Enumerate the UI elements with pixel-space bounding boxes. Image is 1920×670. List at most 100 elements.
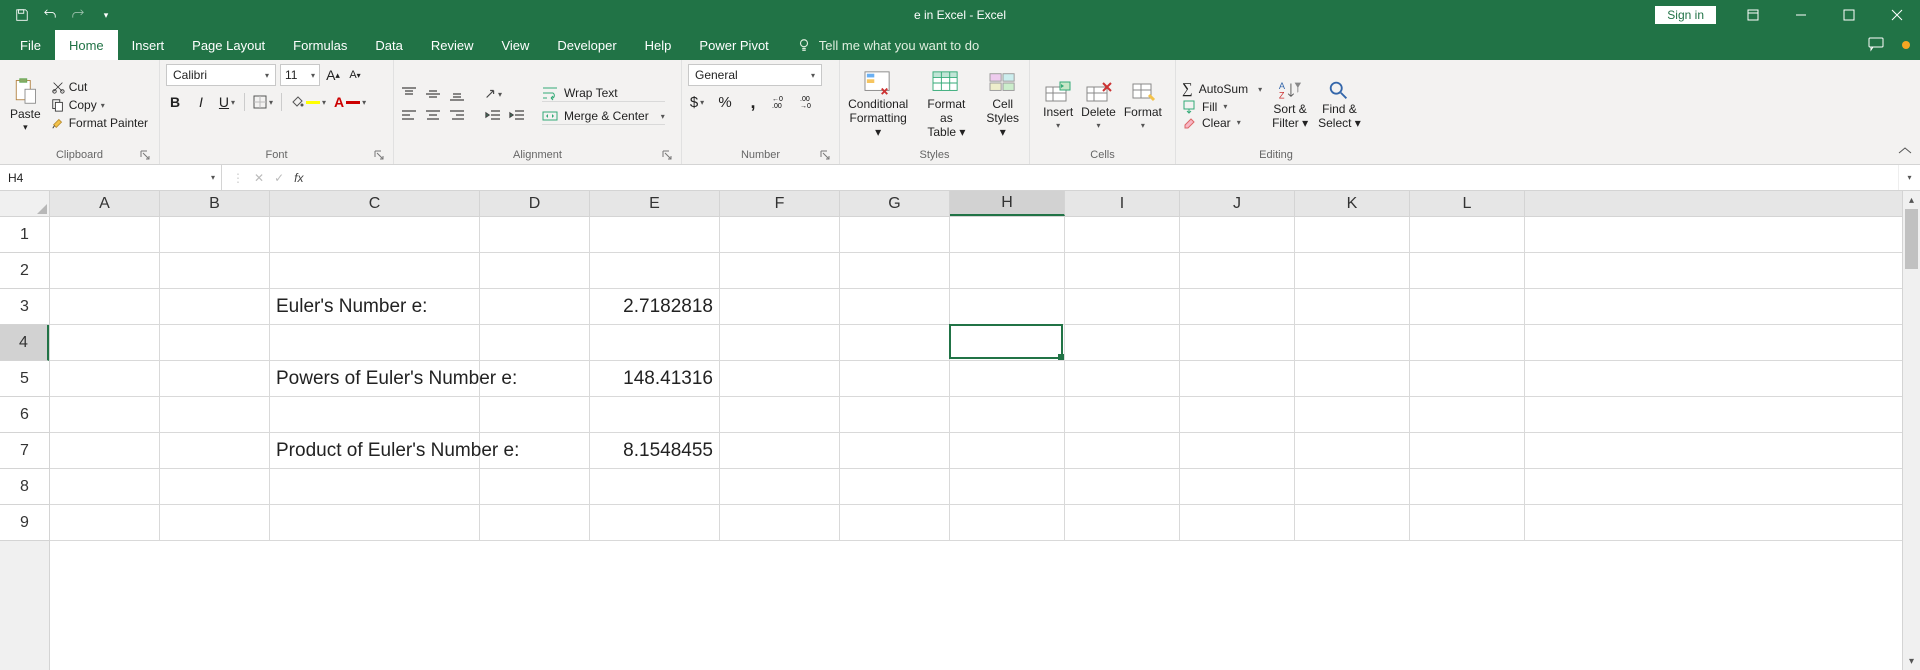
cell-H6[interactable] [950,397,1065,433]
tab-formulas[interactable]: Formulas [279,30,361,60]
tab-file[interactable]: File [6,30,55,60]
cell-I6[interactable] [1065,397,1180,433]
tab-power-pivot[interactable]: Power Pivot [685,30,782,60]
cut-button[interactable]: Cut [51,80,148,94]
clear-button[interactable]: Clear▾ [1182,116,1262,130]
cell-J5[interactable] [1180,361,1295,397]
copy-button[interactable]: Copy▾ [51,98,148,112]
cell-E3[interactable]: 2.7182818 [590,289,720,325]
italic-button[interactable]: I [192,92,210,112]
cell-F8[interactable] [720,469,840,505]
cell-G6[interactable] [840,397,950,433]
cell-I1[interactable] [1065,217,1180,253]
column-header-J[interactable]: J [1180,191,1295,216]
cell-D9[interactable] [480,505,590,541]
cell-B4[interactable] [160,325,270,361]
row-header-1[interactable]: 1 [0,217,49,253]
fill-button[interactable]: Fill▾ [1182,100,1262,114]
increase-font-icon[interactable]: A▴ [324,66,342,84]
cell-J7[interactable] [1180,433,1295,469]
column-header-D[interactable]: D [480,191,590,216]
cell-A9[interactable] [50,505,160,541]
font-size-select[interactable]: 11▾ [280,64,320,86]
column-header-I[interactable]: I [1065,191,1180,216]
cell-I7[interactable] [1065,433,1180,469]
cell-G5[interactable] [840,361,950,397]
cell-K8[interactable] [1295,469,1410,505]
align-middle-icon[interactable] [424,86,442,102]
cell-J3[interactable] [1180,289,1295,325]
paste-button[interactable]: Paste ▾ [6,75,45,135]
font-name-select[interactable]: Calibri▾ [166,64,276,86]
collapse-ribbon-icon[interactable] [1898,146,1912,160]
cell-E6[interactable] [590,397,720,433]
cell-F5[interactable] [720,361,840,397]
cell-E5[interactable]: 148.41316 [590,361,720,397]
cell-G1[interactable] [840,217,950,253]
format-as-table-button[interactable]: Format asTable ▾ [920,70,972,139]
column-header-G[interactable]: G [840,191,950,216]
cell-A2[interactable] [50,253,160,289]
column-header-L[interactable]: L [1410,191,1525,216]
percent-button[interactable]: % [716,92,734,112]
tab-view[interactable]: View [487,30,543,60]
sort-filter-button[interactable]: AZ Sort &Filter ▾ [1272,79,1308,131]
wrap-text-button[interactable]: Wrap Text [542,85,665,102]
cell-H2[interactable] [950,253,1065,289]
cell-G7[interactable] [840,433,950,469]
cell-A3[interactable] [50,289,160,325]
cell-B7[interactable] [160,433,270,469]
cell-C5[interactable]: Powers of Euler's Number e: [270,361,480,397]
cell-A1[interactable] [50,217,160,253]
tab-data[interactable]: Data [361,30,416,60]
cell-B6[interactable] [160,397,270,433]
dialog-launcher-icon[interactable] [661,150,673,162]
cell-K6[interactable] [1295,397,1410,433]
cell-F2[interactable] [720,253,840,289]
align-top-icon[interactable] [400,86,418,102]
cell-I4[interactable] [1065,325,1180,361]
cell-D3[interactable] [480,289,590,325]
cell-L1[interactable] [1410,217,1525,253]
grid-area[interactable]: ABCDEFGHIJKL Euler's Number e:2.7182818P… [50,191,1902,670]
column-header-A[interactable]: A [50,191,160,216]
cell-L4[interactable] [1410,325,1525,361]
cell-G3[interactable] [840,289,950,325]
cell-C9[interactable] [270,505,480,541]
cell-E9[interactable] [590,505,720,541]
cell-L6[interactable] [1410,397,1525,433]
tab-help[interactable]: Help [631,30,686,60]
comments-icon[interactable] [1868,36,1884,55]
cell-K7[interactable] [1295,433,1410,469]
cell-F4[interactable] [720,325,840,361]
format-cells-button[interactable]: Format▾ [1124,81,1162,130]
cell-styles-button[interactable]: CellStyles ▾ [982,70,1023,139]
cell-C6[interactable] [270,397,480,433]
cell-J4[interactable] [1180,325,1295,361]
vertical-scrollbar[interactable]: ▴ ▾ [1902,191,1920,670]
cell-B3[interactable] [160,289,270,325]
column-header-K[interactable]: K [1295,191,1410,216]
cell-C1[interactable] [270,217,480,253]
cell-H3[interactable] [950,289,1065,325]
merge-center-button[interactable]: Merge & Center▾ [542,108,665,125]
column-header-B[interactable]: B [160,191,270,216]
scroll-thumb[interactable] [1905,209,1918,269]
insert-function-icon[interactable]: fx [294,171,303,185]
cell-F9[interactable] [720,505,840,541]
tab-insert[interactable]: Insert [118,30,179,60]
cell-E1[interactable] [590,217,720,253]
cell-C7[interactable]: Product of Euler's Number e: [270,433,480,469]
tab-home[interactable]: Home [55,30,118,60]
conditional-formatting-button[interactable]: ConditionalFormatting ▾ [846,70,910,139]
cell-L8[interactable] [1410,469,1525,505]
cell-D8[interactable] [480,469,590,505]
cell-E7[interactable]: 8.1548455 [590,433,720,469]
cell-B1[interactable] [160,217,270,253]
cell-H8[interactable] [950,469,1065,505]
cell-K2[interactable] [1295,253,1410,289]
column-header-H[interactable]: H [950,191,1065,216]
row-header-6[interactable]: 6 [0,397,49,433]
insert-cells-button[interactable]: Insert▾ [1043,81,1073,130]
cell-K1[interactable] [1295,217,1410,253]
